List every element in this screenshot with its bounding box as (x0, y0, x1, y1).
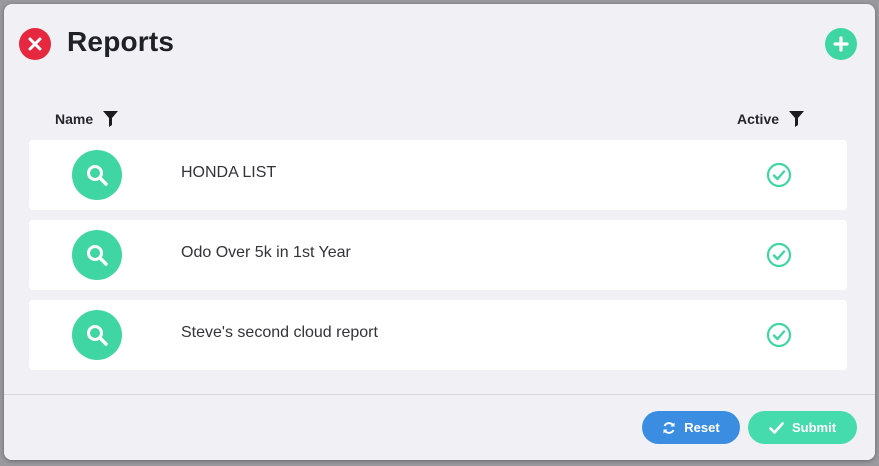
close-button[interactable] (19, 28, 51, 60)
submit-button[interactable]: Submit (748, 411, 857, 444)
report-name: Odo Over 5k in 1st Year (181, 244, 351, 261)
name-filter-button[interactable] (103, 111, 119, 127)
column-header-name: Name (55, 108, 119, 130)
report-name: Steve's second cloud report (181, 324, 378, 341)
report-name: HONDA LIST (181, 164, 277, 181)
open-report-button[interactable] (72, 310, 122, 360)
add-report-button[interactable] (825, 28, 857, 60)
plus-icon (833, 36, 849, 52)
column-header-active: Active (737, 108, 805, 130)
filter-icon (103, 111, 119, 127)
check-icon (769, 421, 784, 434)
check-circle-icon (766, 162, 792, 188)
check-circle-icon (766, 322, 792, 348)
column-active-label: Active (737, 111, 780, 127)
check-circle-icon (766, 242, 792, 268)
reports-list: HONDA LIST Odo Over 5k in 1st Year Steve… (29, 140, 847, 380)
search-icon (87, 165, 108, 186)
close-icon (28, 37, 42, 51)
open-report-button[interactable] (72, 150, 122, 200)
column-name-label: Name (55, 111, 94, 127)
report-row[interactable]: HONDA LIST (29, 140, 847, 210)
search-icon (87, 245, 108, 266)
report-row[interactable]: Steve's second cloud report (29, 300, 847, 370)
search-icon (87, 325, 108, 346)
reset-button[interactable]: Reset (642, 411, 740, 444)
active-status (766, 322, 792, 348)
submit-label: Submit (791, 420, 837, 435)
active-status (766, 242, 792, 268)
open-report-button[interactable] (72, 230, 122, 280)
active-status (766, 162, 792, 188)
active-filter-button[interactable] (789, 111, 805, 127)
page-title: Reports (67, 26, 175, 57)
filter-icon (789, 111, 805, 127)
report-row[interactable]: Odo Over 5k in 1st Year (29, 220, 847, 290)
reset-label: Reset (684, 420, 720, 435)
reports-modal: Reports Name Active HONDA LIST Odo Over … (4, 4, 875, 460)
modal-footer: Reset Submit (4, 394, 875, 460)
refresh-icon (663, 421, 675, 434)
